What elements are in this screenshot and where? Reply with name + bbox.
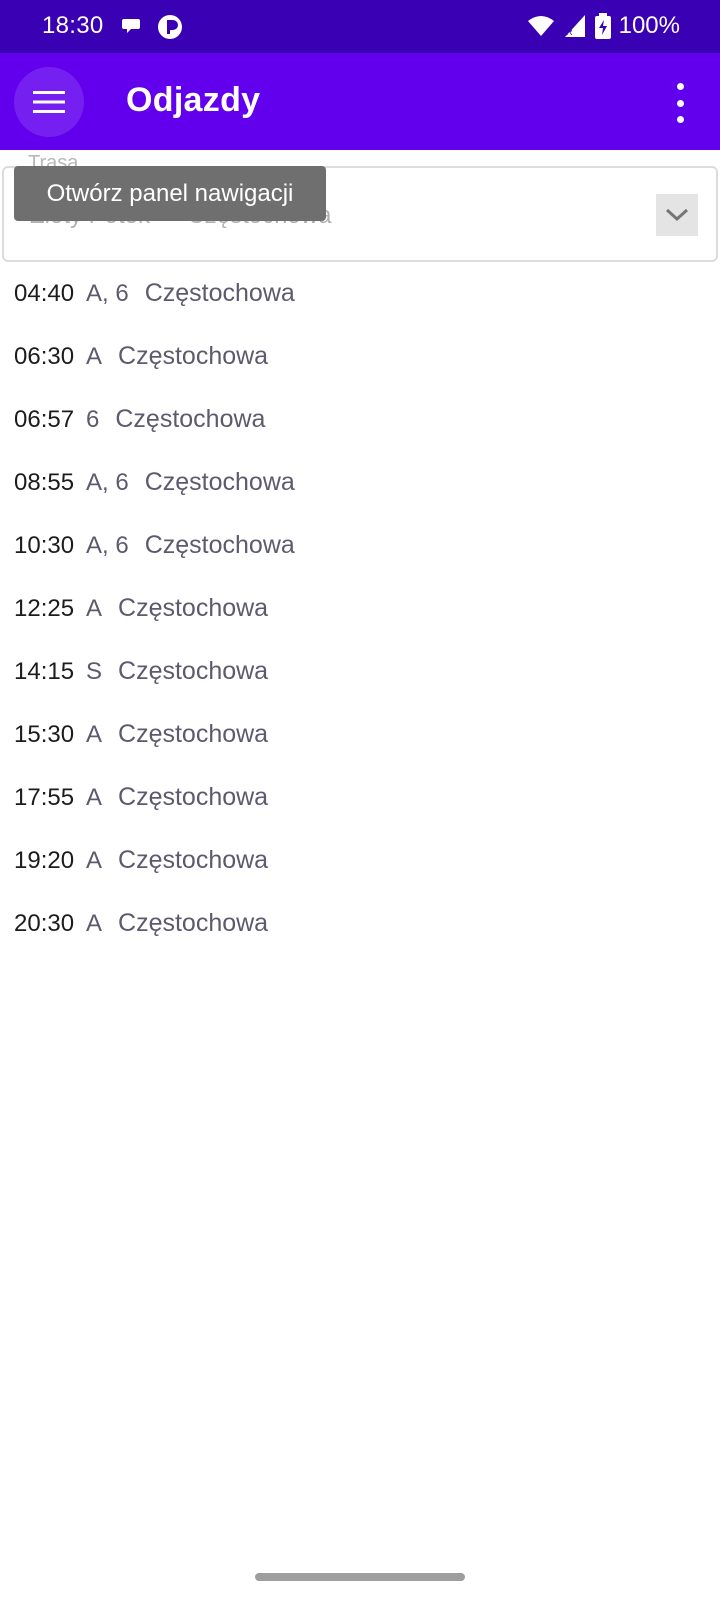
departure-row[interactable]: 19:20 A Częstochowa	[0, 829, 720, 892]
departures-list: 04:40 A, 6 Częstochowa 06:30 A Częstochowa 06:…	[0, 262, 720, 955]
departure-destination: Częstochowa	[118, 909, 269, 937]
departure-lines: A	[86, 594, 103, 622]
wifi-icon	[527, 16, 554, 36]
departure-row[interactable]: 10:30 A, 6 Częstochowa	[0, 514, 720, 577]
departure-destination: Częstochowa	[118, 657, 269, 685]
departure-time: 17:55	[14, 783, 75, 811]
departure-lines: A	[86, 342, 103, 370]
departure-time: 14:15	[14, 657, 75, 685]
departure-row[interactable]: 06:30 A Częstochowa	[0, 325, 720, 388]
svg-text:R: R	[566, 27, 573, 37]
departure-lines: A, 6	[86, 531, 129, 559]
departure-time: 19:20	[14, 846, 75, 874]
departure-row[interactable]: 06:57 6 Częstochowa	[0, 388, 720, 451]
departure-time: 12:25	[14, 594, 75, 622]
departure-lines: 6	[86, 405, 100, 433]
departure-destination: Częstochowa	[118, 846, 269, 874]
departure-lines: S	[86, 657, 103, 685]
departure-destination: Częstochowa	[144, 531, 295, 559]
departure-time: 06:30	[14, 342, 75, 370]
departure-destination: Częstochowa	[144, 279, 295, 307]
status-bar: 18:30 R 100%	[0, 0, 720, 53]
departure-destination: Częstochowa	[144, 468, 295, 496]
departure-time: 04:40	[14, 279, 75, 307]
departure-time: 15:30	[14, 720, 75, 748]
battery-percent: 100%	[618, 12, 680, 39]
hamburger-menu-icon	[33, 91, 65, 113]
departure-row[interactable]: 15:30 A Częstochowa	[0, 703, 720, 766]
departure-row[interactable]: 17:55 A Częstochowa	[0, 766, 720, 829]
page-title: Odjazdy	[126, 81, 261, 119]
departure-destination: Częstochowa	[115, 405, 266, 433]
more-options-button[interactable]	[668, 83, 692, 123]
departure-row[interactable]: 04:40 A, 6 Częstochowa	[0, 262, 720, 325]
chevron-down-icon	[665, 208, 689, 222]
departure-lines: A, 6	[86, 279, 129, 307]
pinwheel-app-icon	[158, 15, 182, 39]
departure-destination: Częstochowa	[118, 594, 269, 622]
status-time: 18:30	[42, 12, 104, 39]
chat-bubble-icon	[122, 19, 140, 33]
departure-time: 08:55	[14, 468, 75, 496]
departure-row[interactable]: 14:15 S Częstochowa	[0, 640, 720, 703]
departure-lines: A, 6	[86, 468, 129, 496]
signal-icon: R	[564, 15, 585, 37]
route-dropdown-button[interactable]	[656, 194, 698, 236]
battery-charging-icon	[594, 13, 611, 39]
departure-lines: A	[86, 783, 103, 811]
more-vert-icon	[676, 83, 684, 90]
departure-time: 20:30	[14, 909, 75, 937]
home-indicator[interactable]	[255, 1573, 465, 1581]
menu-button[interactable]	[14, 67, 84, 137]
departure-row[interactable]: 12:25 A Częstochowa	[0, 577, 720, 640]
departure-lines: A	[86, 720, 103, 748]
departure-destination: Częstochowa	[118, 720, 269, 748]
departure-lines: A	[86, 909, 103, 937]
status-right-group: R 100%	[527, 12, 680, 40]
departure-row[interactable]: 08:55 A, 6 Częstochowa	[0, 451, 720, 514]
departure-time: 10:30	[14, 531, 75, 559]
departure-lines: A	[86, 846, 103, 874]
departure-row[interactable]: 20:30 A Częstochowa	[0, 892, 720, 955]
departure-destination: Częstochowa	[118, 342, 269, 370]
departure-destination: Częstochowa	[118, 783, 269, 811]
app-bar: Odjazdy	[0, 53, 720, 150]
departure-time: 06:57	[14, 405, 75, 433]
navigation-tooltip: Otwórz panel nawigacji	[14, 166, 326, 221]
